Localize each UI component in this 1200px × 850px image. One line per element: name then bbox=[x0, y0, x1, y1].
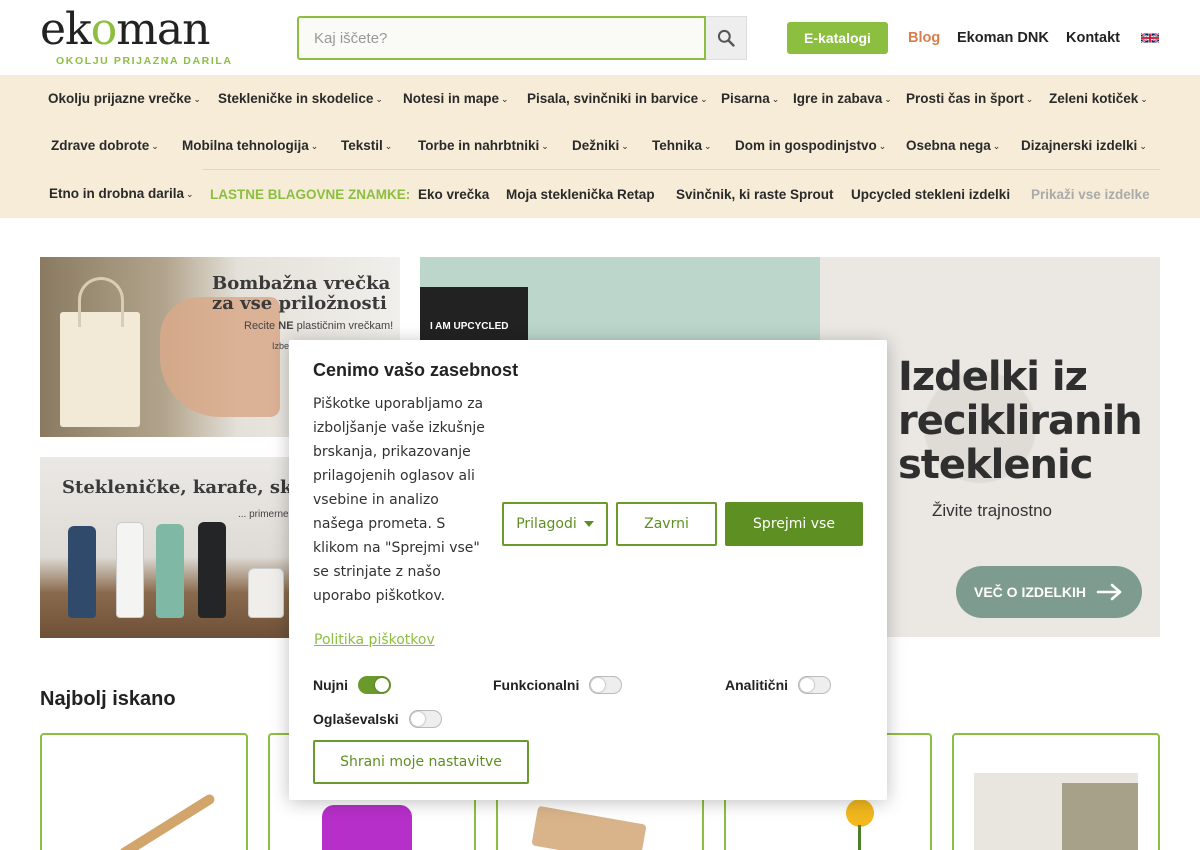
product-image bbox=[846, 799, 874, 827]
save-preferences-button[interactable]: Shrani moje nastavitve bbox=[313, 740, 529, 784]
brand-upcycled[interactable]: Upcycled stekleni izdelki bbox=[851, 187, 1010, 202]
site-header: ekoman OKOLJU PRIJAZNA DARILA E-katalogi… bbox=[0, 0, 1200, 75]
banner-title-line1: Bombažna vrečka bbox=[212, 273, 391, 294]
menu-dizajnerski[interactable]: Dizajnerski izdelki ⌄ bbox=[1021, 138, 1147, 153]
cookie-modal-text: Piškotke uporabljamo za izboljšanje vaše… bbox=[313, 396, 485, 604]
accept-all-button[interactable]: Sprejmi vse bbox=[725, 502, 863, 546]
category-menu: Okolju prijazne vrečke ⌄ Stekleničke in s… bbox=[0, 75, 1200, 218]
toggle-analytics: Analitični bbox=[725, 676, 832, 694]
search-bar bbox=[297, 16, 747, 60]
brand-retap[interactable]: Moja steklenička Retap bbox=[506, 187, 655, 202]
cup-image bbox=[248, 568, 284, 618]
toggle-necessary-label: Nujni bbox=[313, 677, 348, 693]
cookie-modal-title: Cenimo vašo zasebnost bbox=[313, 360, 519, 380]
search-input[interactable] bbox=[297, 16, 706, 60]
banner-upcycled-tagline: Živite trajnostno bbox=[932, 501, 1052, 520]
menu-pisala[interactable]: Pisala, svinčniki in barvice ⌄ bbox=[527, 91, 708, 106]
menu-zeleni-koticek[interactable]: Zeleni kotiček ⌄ bbox=[1049, 91, 1148, 106]
uk-flag-icon[interactable] bbox=[1141, 32, 1159, 44]
menu-torbe[interactable]: Torbe in nahrbtniki ⌄ bbox=[418, 138, 549, 153]
banner-bottles-sub: ... primerne bbox=[238, 509, 289, 520]
upcycled-badge: I AM UPCYCLED bbox=[420, 287, 528, 343]
product-card[interactable] bbox=[952, 733, 1160, 850]
toggle-necessary-switch[interactable] bbox=[358, 676, 391, 694]
banner-upcycled-headline: Izdelki iz recikliranih steklenic bbox=[898, 354, 1143, 488]
logo-tagline: OKOLJU PRIJAZNA DARILA bbox=[56, 55, 233, 67]
menu-notesi[interactable]: Notesi in mape ⌄ bbox=[403, 91, 509, 106]
menu-osebna-nega[interactable]: Osebna nega ⌄ bbox=[906, 138, 1000, 153]
bag-image bbox=[60, 312, 140, 427]
model-image bbox=[160, 297, 280, 417]
menu-etno[interactable]: Etno in drobna darila ⌄ bbox=[49, 186, 194, 201]
banner-title-line2: za vse priložnosti bbox=[212, 293, 387, 314]
menu-dom[interactable]: Dom in gospodinjstvo ⌄ bbox=[735, 138, 886, 153]
menu-pisarna[interactable]: Pisarna ⌄ bbox=[721, 91, 779, 106]
show-all-link[interactable]: Prikaži vse izdelke bbox=[1031, 187, 1150, 202]
reject-button[interactable]: Zavrni bbox=[616, 502, 717, 546]
search-button[interactable] bbox=[706, 16, 747, 60]
cookie-consent-modal: Cenimo vašo zasebnost Piškotke uporablja… bbox=[289, 340, 887, 800]
toggle-necessary: Nujni bbox=[313, 676, 391, 694]
toggle-advertising-label: Oglaševalski bbox=[313, 711, 399, 727]
brand-sprout[interactable]: Svinčnik, ki raste Sprout bbox=[676, 187, 834, 202]
menu-tehnika[interactable]: Tehnika ⌄ bbox=[652, 138, 712, 153]
bag-handle-image bbox=[78, 277, 124, 327]
logo-wordmark: ekoman bbox=[40, 4, 211, 55]
menu-prosti-cas[interactable]: Prosti čas in šport ⌄ bbox=[906, 91, 1033, 106]
brand-eko-vrecka[interactable]: Eko vrečka bbox=[418, 187, 489, 202]
menu-zdrave-dobrote[interactable]: Zdrave dobrote ⌄ bbox=[51, 138, 159, 153]
chevron-down-icon bbox=[583, 521, 594, 527]
brands-label: LASTNE BLAGOVNE ZNAMKE: bbox=[210, 187, 411, 202]
product-image bbox=[858, 825, 861, 850]
toggle-functional-switch[interactable] bbox=[589, 676, 623, 694]
toggle-advertising: Oglaševalski bbox=[313, 710, 442, 728]
menu-okolju-prijazne-vrecke[interactable]: Okolju prijazne vrečke ⌄ bbox=[48, 91, 201, 106]
blog-link[interactable]: Blog bbox=[908, 30, 940, 46]
ekoman-dnk-link[interactable]: Ekoman DNK bbox=[957, 30, 1049, 46]
cookie-policy-link[interactable]: Politika piškotkov bbox=[314, 632, 435, 648]
product-card[interactable] bbox=[40, 733, 248, 850]
banner-subtitle: Recite NE plastičnim vrečkam! bbox=[244, 320, 394, 332]
section-title: Najbolj iskano bbox=[40, 688, 176, 710]
product-image bbox=[531, 805, 647, 850]
menu-divider bbox=[202, 169, 1160, 170]
toggle-functional: Funkcionalni bbox=[493, 676, 623, 694]
ekatalogi-button[interactable]: E-katalogi bbox=[787, 22, 888, 54]
bottle-image bbox=[116, 522, 144, 618]
menu-dezniki[interactable]: Dežniki ⌄ bbox=[572, 138, 629, 153]
customize-button[interactable]: Prilagodi bbox=[502, 502, 608, 546]
menu-igre[interactable]: Igre in zabava ⌄ bbox=[793, 91, 892, 106]
arrow-right-icon bbox=[1096, 583, 1122, 601]
toggle-functional-label: Funkcionalni bbox=[493, 677, 580, 693]
banner-bottles-title: Stekleničke, karafe, sko bbox=[62, 477, 305, 498]
toggle-analytics-label: Analitični bbox=[725, 677, 789, 693]
banner-cta-button[interactable]: VEČ O IZDELKIH bbox=[956, 566, 1142, 618]
search-icon bbox=[717, 29, 735, 47]
bottle-image bbox=[68, 526, 96, 618]
product-image bbox=[322, 805, 412, 850]
bottle-image bbox=[156, 524, 184, 618]
menu-steklenicke[interactable]: Stekleničke in skodelice ⌄ bbox=[218, 91, 383, 106]
product-image bbox=[117, 792, 217, 850]
ekoman-logo[interactable]: ekoman OKOLJU PRIJAZNA DARILA bbox=[40, 4, 233, 68]
toggle-advertising-switch[interactable] bbox=[408, 710, 442, 728]
product-image bbox=[1062, 783, 1138, 850]
menu-tekstil[interactable]: Tekstil ⌄ bbox=[341, 138, 392, 153]
toggle-analytics-switch[interactable] bbox=[798, 676, 832, 694]
bottle-image bbox=[198, 522, 226, 618]
menu-mobilna-tehnologija[interactable]: Mobilna tehnologija ⌄ bbox=[182, 138, 318, 153]
kontakt-link[interactable]: Kontakt bbox=[1066, 30, 1120, 46]
